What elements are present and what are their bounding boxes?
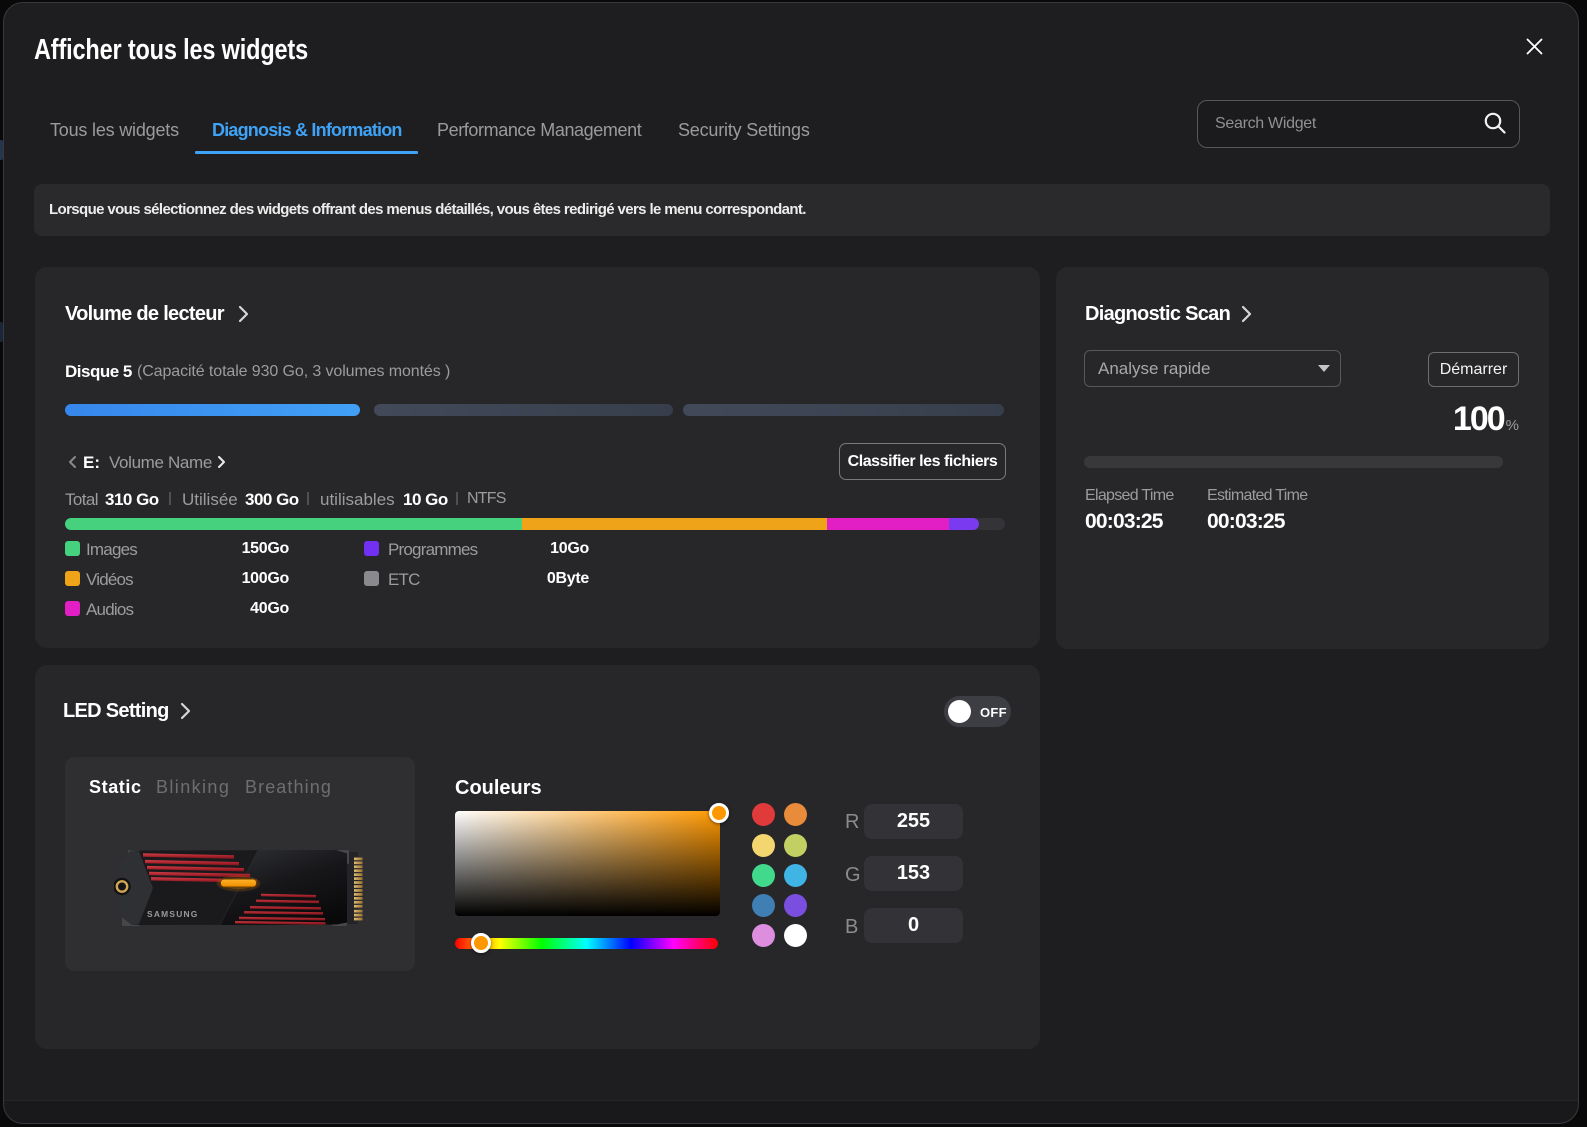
svg-text:SAMSUNG: SAMSUNG [147, 909, 199, 919]
